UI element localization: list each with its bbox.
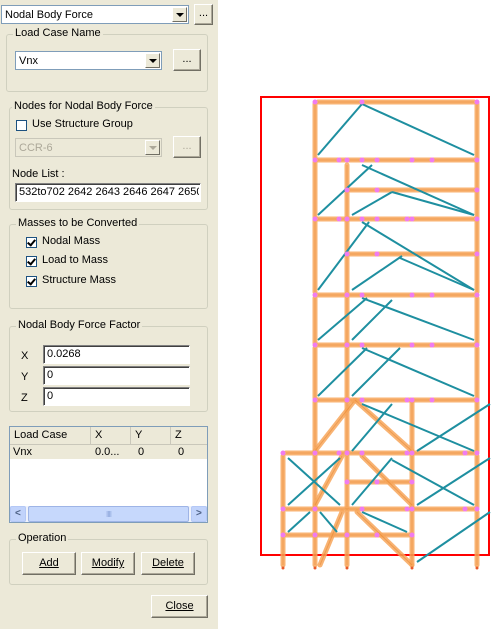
node-point bbox=[344, 251, 350, 257]
node-point bbox=[359, 292, 365, 298]
node-point bbox=[409, 342, 415, 348]
node-point bbox=[280, 450, 286, 456]
node-point bbox=[474, 450, 480, 456]
support-point bbox=[281, 566, 285, 570]
brace-member bbox=[287, 511, 311, 533]
node-point bbox=[474, 157, 480, 163]
node-point bbox=[312, 506, 318, 512]
node-point bbox=[374, 479, 380, 485]
node-point bbox=[336, 450, 342, 456]
node-point bbox=[344, 342, 350, 348]
node-point bbox=[344, 187, 350, 193]
node-point bbox=[404, 506, 410, 512]
frame-member-centerline bbox=[356, 511, 413, 566]
node-point bbox=[374, 216, 380, 222]
node-point bbox=[462, 506, 468, 512]
node-point bbox=[312, 450, 318, 456]
brace-member bbox=[361, 297, 475, 341]
node-point bbox=[409, 216, 415, 222]
node-point bbox=[344, 479, 350, 485]
selection-frame bbox=[260, 96, 490, 556]
support-point bbox=[475, 566, 479, 570]
node-point bbox=[409, 397, 415, 403]
support-point bbox=[410, 566, 414, 570]
node-point bbox=[359, 506, 365, 512]
node-point bbox=[359, 342, 365, 348]
node-point bbox=[336, 157, 342, 163]
node-point bbox=[429, 292, 435, 298]
brace-member bbox=[319, 511, 338, 533]
node-point bbox=[429, 157, 435, 163]
node-point bbox=[312, 397, 318, 403]
frame-member-centerline bbox=[314, 455, 343, 506]
support-point bbox=[313, 566, 317, 570]
node-point bbox=[359, 216, 365, 222]
node-point bbox=[312, 342, 318, 348]
node-point bbox=[344, 292, 350, 298]
node-point bbox=[409, 506, 415, 512]
brace-member bbox=[361, 347, 475, 397]
node-point bbox=[429, 397, 435, 403]
node-point bbox=[374, 157, 380, 163]
node-point bbox=[474, 506, 480, 512]
node-point bbox=[359, 450, 365, 456]
node-point bbox=[409, 479, 415, 485]
node-point bbox=[429, 342, 435, 348]
frame-member-centerline bbox=[354, 399, 413, 452]
node-point bbox=[312, 216, 318, 222]
support-point bbox=[345, 566, 349, 570]
node-point bbox=[404, 450, 410, 456]
node-point bbox=[359, 397, 365, 403]
node-point bbox=[374, 251, 380, 257]
frame-member-centerline bbox=[319, 511, 343, 566]
node-point bbox=[336, 216, 342, 222]
node-point bbox=[344, 157, 350, 163]
node-point bbox=[404, 216, 410, 222]
node-point bbox=[312, 99, 318, 105]
node-point bbox=[474, 342, 480, 348]
node-point bbox=[474, 251, 480, 257]
node-point bbox=[312, 292, 318, 298]
brace-member bbox=[351, 191, 393, 216]
node-point bbox=[374, 187, 380, 193]
node-point bbox=[344, 532, 350, 538]
structure-model-view[interactable] bbox=[0, 0, 500, 629]
node-point bbox=[474, 292, 480, 298]
node-point bbox=[359, 99, 365, 105]
node-point bbox=[474, 187, 480, 193]
brace-member bbox=[361, 103, 475, 156]
node-point bbox=[344, 450, 350, 456]
node-point bbox=[359, 157, 365, 163]
node-point bbox=[404, 397, 410, 403]
node-point bbox=[344, 397, 350, 403]
node-point bbox=[409, 292, 415, 298]
node-point bbox=[474, 397, 480, 403]
node-point bbox=[409, 532, 415, 538]
brace-member bbox=[399, 257, 475, 291]
brace-member bbox=[391, 191, 475, 216]
node-point bbox=[474, 216, 480, 222]
node-point bbox=[312, 532, 318, 538]
node-point bbox=[462, 450, 468, 456]
brace-member bbox=[361, 403, 475, 452]
node-point bbox=[312, 157, 318, 163]
node-point bbox=[280, 506, 286, 512]
node-point bbox=[344, 216, 350, 222]
node-point bbox=[280, 532, 286, 538]
brace-member bbox=[317, 103, 363, 156]
brace-member bbox=[351, 255, 403, 291]
node-point bbox=[409, 450, 415, 456]
node-point bbox=[374, 532, 380, 538]
node-point bbox=[409, 157, 415, 163]
node-point bbox=[474, 99, 480, 105]
